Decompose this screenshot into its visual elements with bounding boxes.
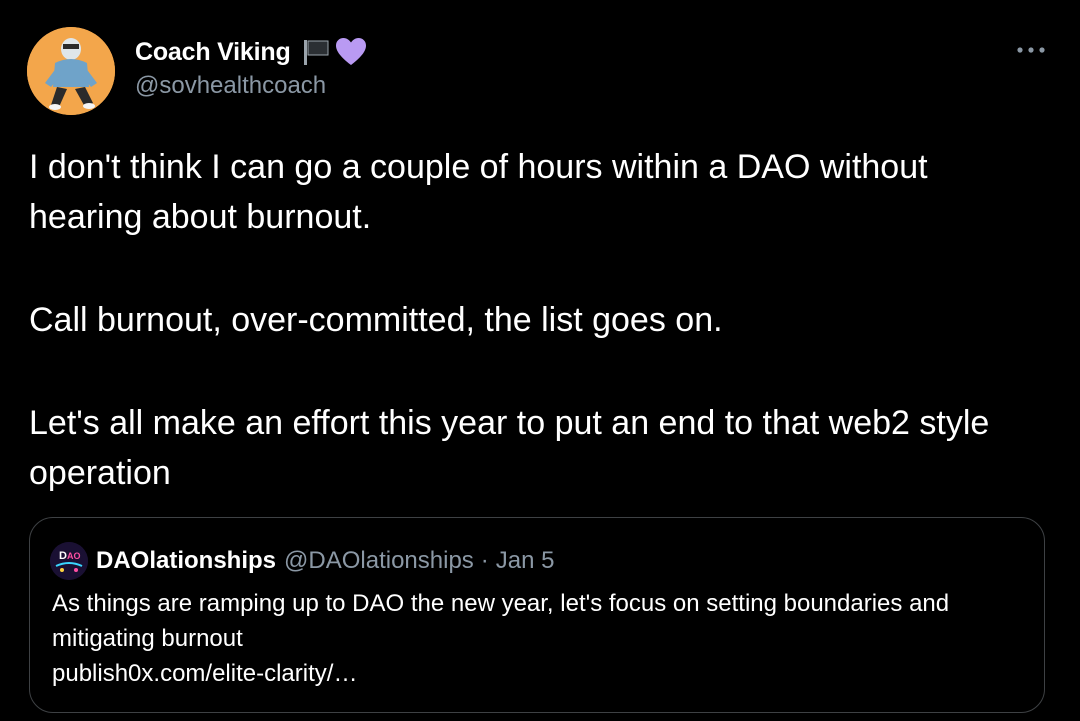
author-info: Coach Viking @sovhealthcoach bbox=[135, 36, 367, 100]
tweet: Coach Viking @sovhealthcoach I don't thi… bbox=[0, 0, 1080, 721]
quoted-author-handle: @DAOlationships bbox=[284, 547, 474, 574]
author-display-name[interactable]: Coach Viking bbox=[135, 38, 291, 67]
quoted-tweet-link[interactable]: publish0x.com/elite-clarity/… bbox=[52, 656, 1022, 691]
quoted-author-display-name: DAOlationships bbox=[96, 547, 277, 574]
quoted-tweet-text: As things are ramping up to DAO the new … bbox=[52, 590, 950, 652]
author-handle[interactable]: @sovhealthcoach bbox=[135, 72, 367, 100]
quoted-tweet-header: D AO DAOlationships @DAOlationships · Ja… bbox=[50, 542, 555, 580]
display-name-row: Coach Viking bbox=[135, 36, 367, 68]
tweet-paragraph: Call burnout, over-committed, the list g… bbox=[29, 301, 723, 339]
quoted-tweet-card[interactable]: D AO DAOlationships @DAOlationships · Ja… bbox=[29, 517, 1045, 713]
tweet-text: I don't think I can go a couple of hours… bbox=[29, 142, 1049, 498]
separator-dot: · bbox=[480, 547, 489, 574]
svg-text:D: D bbox=[59, 550, 67, 562]
quoted-tweet-date: Jan 5 bbox=[495, 547, 555, 574]
purple-heart-icon bbox=[335, 38, 366, 65]
tweet-paragraph: I don't think I can go a couple of hours… bbox=[29, 148, 928, 236]
tweet-paragraph: Let's all make an effort this year to pu… bbox=[29, 404, 990, 492]
quoted-tweet-body: As things are ramping up to DAO the new … bbox=[52, 586, 1022, 691]
more-options-icon[interactable] bbox=[1016, 44, 1046, 56]
flag-icon bbox=[303, 40, 329, 65]
quoted-author-avatar: D AO bbox=[50, 542, 88, 580]
svg-text:AO: AO bbox=[67, 551, 81, 561]
author-avatar[interactable] bbox=[27, 27, 115, 115]
